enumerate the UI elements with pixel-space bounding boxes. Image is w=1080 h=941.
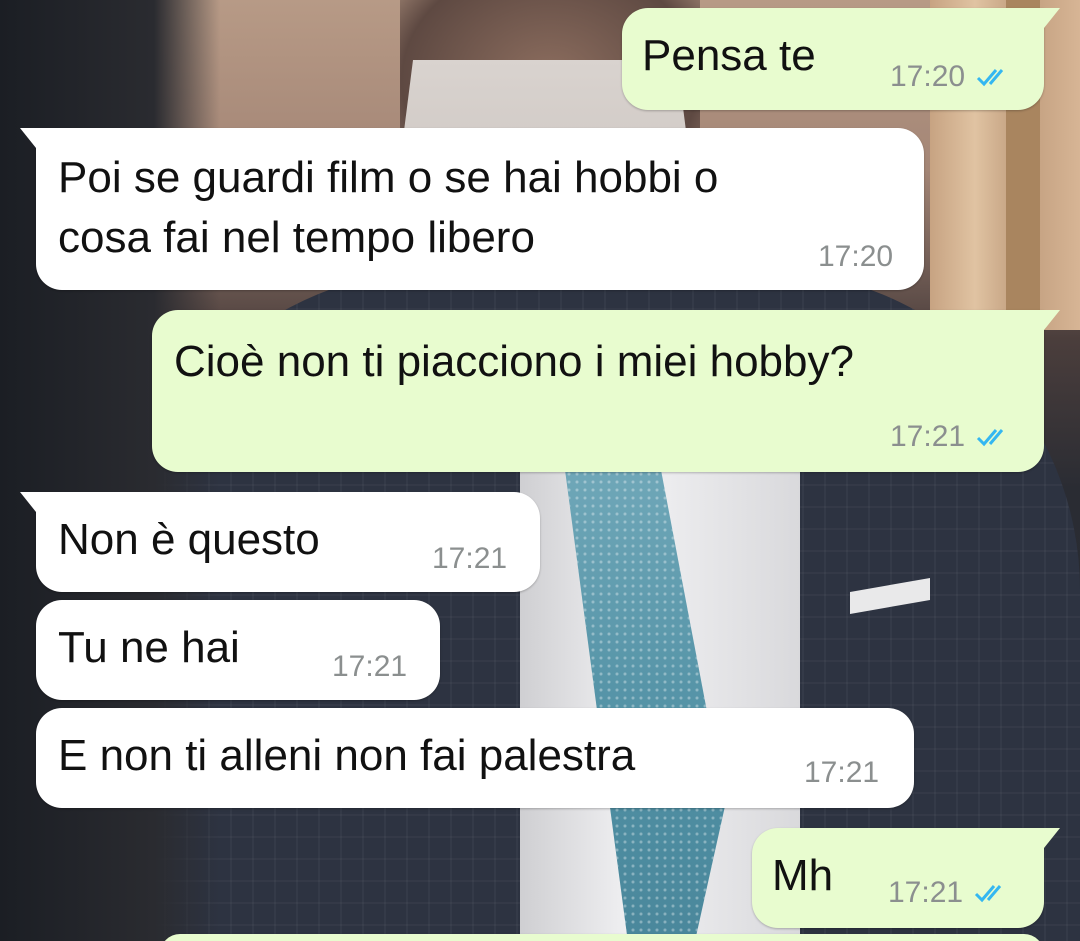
message-meta: 17:20 bbox=[818, 240, 893, 274]
message-bubble-outgoing[interactable]: Cioè non ti piacciono i miei hobby? 17:2… bbox=[152, 310, 1060, 472]
message-meta: 17:21 bbox=[432, 542, 507, 576]
message-meta: 17:21 bbox=[890, 420, 1015, 454]
message-meta: 17:21 bbox=[888, 876, 1013, 910]
chat-view[interactable]: Pensa te 17:20 Poi se guardi film o se h… bbox=[0, 0, 1080, 941]
message-time: 17:20 bbox=[818, 240, 894, 273]
message-bubble-incoming[interactable]: Non è questo 17:21 bbox=[20, 492, 540, 592]
message-bubble-incoming[interactable]: Tu ne hai 17:21 bbox=[36, 600, 440, 700]
message-time: 17:20 bbox=[890, 60, 966, 93]
double-check-icon bbox=[977, 429, 1004, 447]
message-meta: 17:20 bbox=[890, 60, 1015, 94]
message-bubble-outgoing[interactable]: Pensa te 17:20 bbox=[622, 8, 1060, 110]
message-bubble-outgoing[interactable]: Mh 17:21 bbox=[752, 828, 1060, 928]
message-text: E non ti alleni non fai palestra bbox=[58, 731, 636, 780]
double-check-icon bbox=[975, 885, 1002, 903]
message-text: Mh bbox=[772, 851, 834, 900]
message-text: Cioè non ti piacciono i miei hobby? bbox=[174, 337, 854, 386]
message-text: Pensa te bbox=[642, 31, 816, 80]
double-check-icon bbox=[977, 69, 1004, 87]
message-bubble-incoming[interactable]: Poi se guardi film o se hai hobbi o cosa… bbox=[20, 128, 924, 290]
message-time: 17:21 bbox=[890, 420, 966, 453]
message-bubble-incoming[interactable]: E non ti alleni non fai palestra 17:21 bbox=[36, 708, 914, 808]
message-time: 17:21 bbox=[432, 542, 508, 575]
message-text: Tu ne hai bbox=[58, 623, 240, 672]
message-bubble-outgoing-partial[interactable] bbox=[160, 934, 1044, 941]
message-meta: 17:21 bbox=[332, 650, 407, 684]
message-text: Non è questo bbox=[58, 515, 320, 564]
message-time: 17:21 bbox=[332, 650, 408, 683]
message-time: 17:21 bbox=[804, 756, 880, 789]
message-time: 17:21 bbox=[888, 876, 964, 909]
message-text: Poi se guardi film o se hai hobbi o cosa… bbox=[58, 153, 719, 262]
message-meta: 17:21 bbox=[804, 756, 879, 790]
